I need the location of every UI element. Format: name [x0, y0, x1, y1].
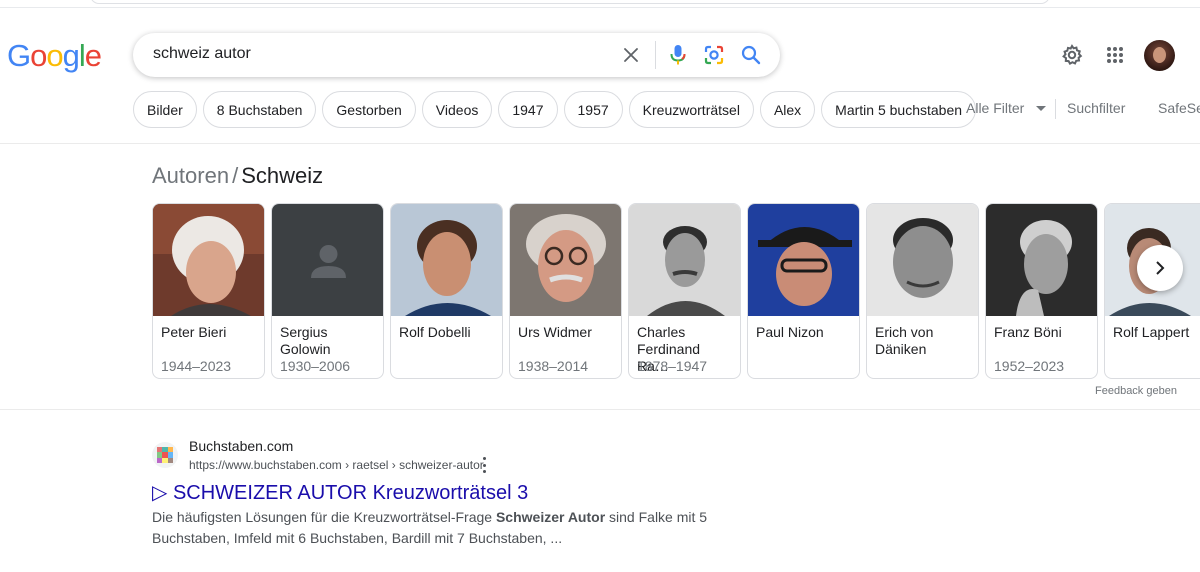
chip-gestorben[interactable]: Gestorben: [322, 91, 416, 128]
more-options-icon[interactable]: [478, 457, 490, 473]
author-card[interactable]: Charles Ferdinand Ra… 1878–1947: [628, 203, 741, 379]
divider-line: [0, 409, 1200, 410]
chip-martin-5-buchstaben[interactable]: Martin 5 buchstaben: [821, 91, 977, 128]
logo-letter: g: [62, 38, 80, 73]
google-logo[interactable]: Google: [7, 38, 102, 74]
breadcrumb: Autoren / Schweiz: [152, 163, 323, 189]
author-name: Urs Widmer: [518, 324, 592, 340]
author-photo: [867, 204, 978, 316]
result-url[interactable]: https://www.buchstaben.com › raetsel › s…: [189, 458, 484, 472]
chip-videos[interactable]: Videos: [421, 91, 493, 128]
author-name: Paul Nizon: [756, 324, 824, 340]
avatar-face: [1153, 47, 1166, 63]
search-icon[interactable]: [739, 43, 763, 67]
dropdown-arrow-icon: [1036, 106, 1047, 112]
author-photo: [510, 204, 621, 316]
author-name: Sergius Golowin: [280, 324, 331, 357]
logo-letter: o: [30, 38, 47, 73]
feedback-link[interactable]: Feedback geben: [1095, 385, 1177, 397]
breadcrumb-parent[interactable]: Autoren: [152, 163, 229, 188]
chip-alex[interactable]: Alex: [759, 91, 816, 128]
author-photo: [153, 204, 264, 316]
chip-8-buchstaben[interactable]: 8 Buchstaben: [202, 91, 317, 128]
author-card[interactable]: Paul Nizon: [747, 203, 860, 379]
chevron-right-icon: [1156, 261, 1165, 275]
logo-letter: e: [84, 38, 102, 73]
author-card[interactable]: Peter Bieri 1944–2023: [152, 203, 265, 379]
microphone-icon[interactable]: [666, 43, 690, 67]
author-card[interactable]: Urs Widmer 1938–2014: [509, 203, 622, 379]
author-photo: [748, 204, 859, 316]
author-photo: [629, 204, 740, 316]
logo-letter: G: [7, 38, 31, 73]
author-years: 1930–2006: [280, 358, 351, 374]
safesearch-button[interactable]: SafeSe: [1158, 100, 1200, 116]
author-years: 1952–2023: [994, 358, 1065, 374]
clear-icon[interactable]: [619, 43, 643, 67]
snippet-text: Die häufigsten Lösungen für die Kreuzwor…: [152, 509, 496, 525]
logo-letter: o: [46, 38, 63, 73]
filter-divider: [1055, 99, 1056, 119]
author-name: Rolf Lappert: [1113, 324, 1190, 340]
search-input[interactable]: schweiz autor: [153, 45, 251, 63]
apps-grid-icon[interactable]: [1102, 42, 1128, 68]
author-photo: [986, 204, 1097, 316]
author-photo: [272, 204, 383, 316]
breadcrumb-current: Schweiz: [241, 163, 324, 188]
avatar[interactable]: [1144, 40, 1175, 71]
author-years: 1878–1947: [637, 358, 708, 374]
search-divider: [655, 41, 656, 69]
author-years: 1938–2014: [518, 358, 589, 374]
author-card[interactable]: Erich von Däniken: [866, 203, 979, 379]
author-name: Erich von Däniken: [875, 324, 934, 357]
lens-camera-icon[interactable]: [702, 43, 726, 67]
settings-gear-icon[interactable]: [1059, 42, 1085, 68]
chip-bilder[interactable]: Bilder: [133, 91, 197, 128]
carousel-next-button[interactable]: [1137, 245, 1183, 291]
chip-kreuzwortraetsel[interactable]: Kreuzworträtsel: [628, 91, 754, 128]
all-filters-label: Alle Filter: [966, 100, 1025, 116]
author-years: 1944–2023: [161, 358, 232, 374]
divider-line: [0, 143, 1200, 144]
breadcrumb-separator: /: [232, 163, 239, 188]
top-pill: [90, 0, 1050, 4]
author-photo: [391, 204, 502, 316]
chip-bar: Bilder 8 Buchstaben Gestorben Videos 194…: [133, 91, 977, 128]
author-name: Rolf Dobelli: [399, 324, 471, 340]
author-card[interactable]: Rolf Dobelli: [390, 203, 503, 379]
result-title-link[interactable]: ▷ SCHWEIZER AUTOR Kreuzworträtsel 3: [152, 480, 528, 505]
site-favicon-icon: [152, 442, 178, 468]
snippet-highlight: Schweizer Autor: [495, 509, 606, 525]
result-snippet: Die häufigsten Lösungen für die Kreuzwor…: [152, 507, 712, 549]
author-card[interactable]: Sergius Golowin 1930–2006: [271, 203, 384, 379]
author-name: Peter Bieri: [161, 324, 227, 340]
all-filters-button[interactable]: Alle Filter: [966, 100, 1047, 116]
top-strip: [0, 0, 1200, 8]
chip-1947[interactable]: 1947: [498, 91, 558, 128]
search-filters-button[interactable]: Suchfilter: [1067, 100, 1125, 116]
chip-1957[interactable]: 1957: [563, 91, 623, 128]
result-site-name[interactable]: Buchstaben.com: [189, 438, 293, 454]
author-card[interactable]: Franz Böni 1952–2023: [985, 203, 1098, 379]
search-box[interactable]: schweiz autor: [133, 33, 780, 77]
author-carousel: Peter Bieri 1944–2023 Sergius Golowin 19…: [152, 203, 1200, 379]
author-name: Franz Böni: [994, 324, 1062, 340]
author-card[interactable]: Rolf Lappert: [1104, 203, 1200, 379]
